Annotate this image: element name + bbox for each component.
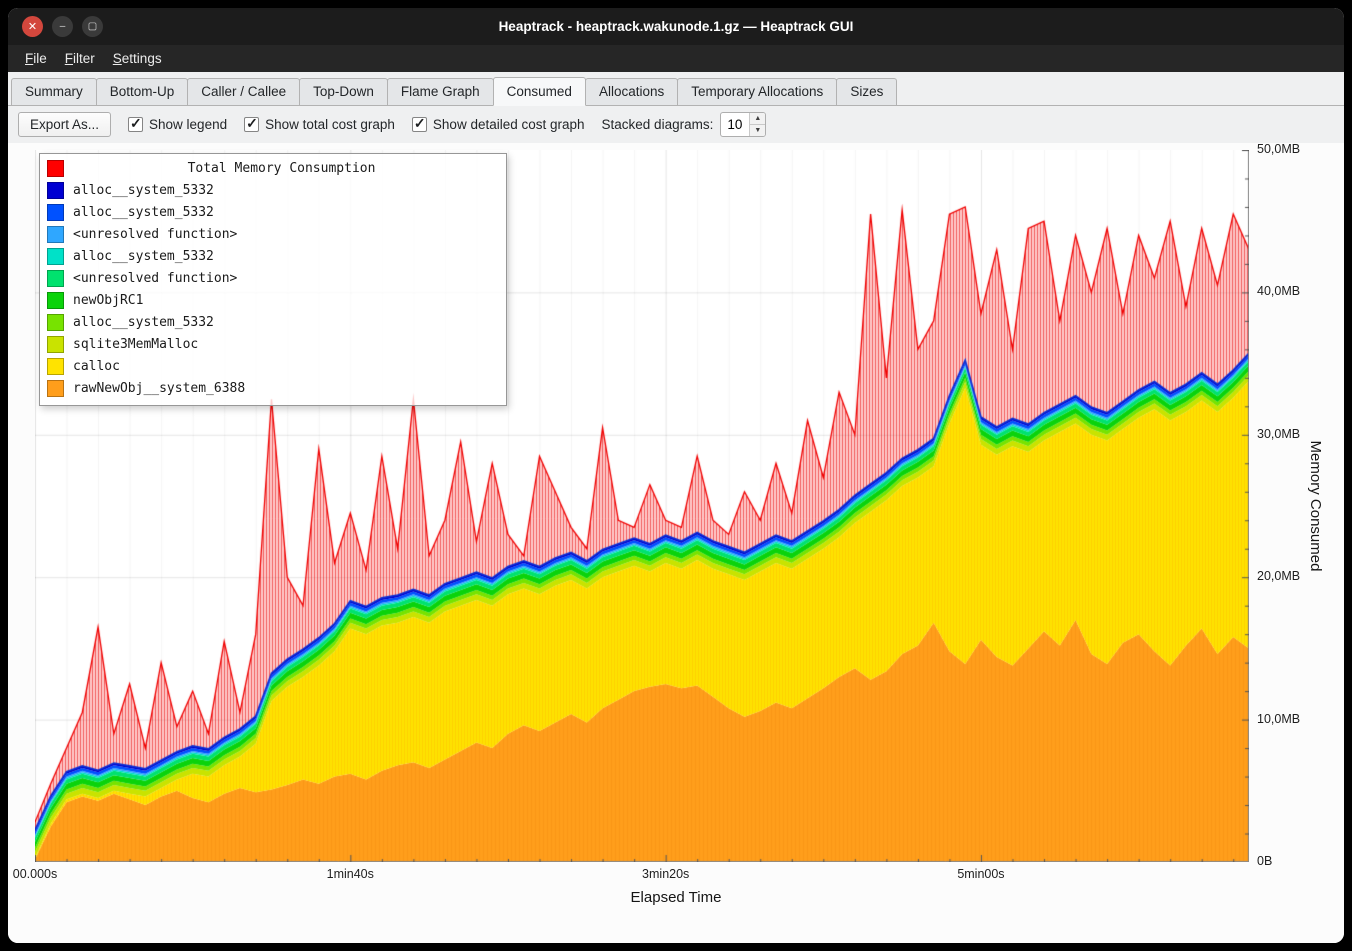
toolbar: Export As... Show legend Show total cost… xyxy=(8,106,1344,143)
series-swatch xyxy=(47,182,64,199)
menubar: File Filter Settings xyxy=(8,45,1344,72)
series-label: alloc__system_5332 xyxy=(73,183,214,198)
show-total-cost-label: Show total cost graph xyxy=(265,117,395,132)
show-legend-checkbox[interactable]: Show legend xyxy=(128,117,227,132)
series-label: <unresolved function> xyxy=(73,227,237,242)
menu-settings[interactable]: Settings xyxy=(104,47,171,70)
series-label: alloc__system_5332 xyxy=(73,315,214,330)
menu-filter[interactable]: Filter xyxy=(56,47,104,70)
window-controls: ✕ – ▢ xyxy=(22,16,103,37)
legend-item: newObjRC1 xyxy=(47,289,499,311)
show-total-cost-checkbox[interactable]: Show total cost graph xyxy=(244,117,395,132)
series-swatch xyxy=(47,358,64,375)
y-axis-tick: 50,0MB xyxy=(1257,142,1300,156)
tab-consumed[interactable]: Consumed xyxy=(493,77,586,106)
tab-top-down[interactable]: Top-Down xyxy=(299,78,388,105)
legend-item: alloc__system_5332 xyxy=(47,201,499,223)
series-swatch xyxy=(47,226,64,243)
window-title: Heaptrack - heaptrack.wakunode.1.gz — He… xyxy=(8,19,1344,34)
menu-file[interactable]: File xyxy=(16,47,56,70)
legend-title-row: Total Memory Consumption xyxy=(47,157,499,179)
x-axis-label: Elapsed Time xyxy=(8,889,1344,906)
chevron-up-icon: ▲ xyxy=(754,115,761,122)
x-axis-tick: 3min20s xyxy=(642,867,689,881)
titlebar[interactable]: ✕ – ▢ Heaptrack - heaptrack.wakunode.1.g… xyxy=(8,8,1344,45)
tab-allocations[interactable]: Allocations xyxy=(585,78,678,105)
series-label: newObjRC1 xyxy=(73,293,143,308)
y-axis-tick: 10,0MB xyxy=(1257,712,1300,726)
x-axis-tick: 5min00s xyxy=(957,867,1004,881)
series-swatch xyxy=(47,336,64,353)
tab-sizes[interactable]: Sizes xyxy=(836,78,897,105)
spinner-buttons: ▲ ▼ xyxy=(749,113,765,136)
chart-legend: Total Memory Consumption alloc__system_5… xyxy=(39,153,507,406)
series-label: sqlite3MemMalloc xyxy=(73,337,198,352)
spinner-up-button[interactable]: ▲ xyxy=(750,113,765,125)
minimize-button[interactable]: – xyxy=(52,16,73,37)
series-label: alloc__system_5332 xyxy=(73,205,214,220)
series-label: <unresolved function> xyxy=(73,271,237,286)
y-axis-label: Memory Consumed xyxy=(1307,441,1324,572)
series-label: rawNewObj__system_6388 xyxy=(73,381,245,396)
y-axis-tick: 30,0MB xyxy=(1257,427,1300,441)
show-detailed-cost-checkbox-input[interactable] xyxy=(412,117,427,132)
spinner-down-button[interactable]: ▼ xyxy=(750,125,765,136)
tab-bottom-up[interactable]: Bottom-Up xyxy=(96,78,189,105)
stacked-diagrams-control: Stacked diagrams: ▲ ▼ xyxy=(602,112,767,137)
legend-item: alloc__system_5332 xyxy=(47,311,499,333)
series-swatch xyxy=(47,248,64,265)
minimize-icon: – xyxy=(60,21,66,32)
series-swatch xyxy=(47,380,64,397)
legend-item: alloc__system_5332 xyxy=(47,179,499,201)
close-button[interactable]: ✕ xyxy=(22,16,43,37)
legend-item: calloc xyxy=(47,355,499,377)
series-swatch xyxy=(47,314,64,331)
x-axis-tick: 1min40s xyxy=(327,867,374,881)
legend-item: sqlite3MemMalloc xyxy=(47,333,499,355)
legend-item: <unresolved function> xyxy=(47,223,499,245)
tab-summary[interactable]: Summary xyxy=(11,78,97,105)
x-axis-tick: 00.000s xyxy=(13,867,57,881)
plot-area: Total Memory Consumption alloc__system_5… xyxy=(35,150,1249,862)
stacked-diagrams-spinner[interactable]: ▲ ▼ xyxy=(720,112,766,137)
close-icon: ✕ xyxy=(28,20,37,33)
tab-flame-graph[interactable]: Flame Graph xyxy=(387,78,494,105)
series-swatch xyxy=(47,292,64,309)
show-legend-label: Show legend xyxy=(149,117,227,132)
show-total-cost-checkbox-input[interactable] xyxy=(244,117,259,132)
show-legend-checkbox-input[interactable] xyxy=(128,117,143,132)
legend-item: rawNewObj__system_6388 xyxy=(47,377,499,399)
total-memory-swatch xyxy=(47,160,64,177)
export-as-button[interactable]: Export As... xyxy=(18,112,111,137)
tab-temporary-allocations[interactable]: Temporary Allocations xyxy=(677,78,837,105)
y-axis-tick: 0B xyxy=(1257,854,1272,868)
series-swatch xyxy=(47,270,64,287)
tab-bar: Summary Bottom-Up Caller / Callee Top-Do… xyxy=(8,72,1344,106)
show-detailed-cost-checkbox[interactable]: Show detailed cost graph xyxy=(412,117,585,132)
chevron-down-icon: ▼ xyxy=(754,127,761,134)
stacked-diagrams-label: Stacked diagrams: xyxy=(602,117,714,132)
app-window: ✕ – ▢ Heaptrack - heaptrack.wakunode.1.g… xyxy=(8,8,1344,943)
stacked-diagrams-input[interactable] xyxy=(721,113,749,136)
tab-caller-callee[interactable]: Caller / Callee xyxy=(187,78,300,105)
legend-title: Total Memory Consumption xyxy=(64,161,499,176)
maximize-button[interactable]: ▢ xyxy=(82,16,103,37)
legend-item: alloc__system_5332 xyxy=(47,245,499,267)
maximize-icon: ▢ xyxy=(88,21,97,32)
y-axis-tick: 20,0MB xyxy=(1257,569,1300,583)
series-label: alloc__system_5332 xyxy=(73,249,214,264)
legend-item: <unresolved function> xyxy=(47,267,499,289)
y-axis-tick: 40,0MB xyxy=(1257,284,1300,298)
show-detailed-cost-label: Show detailed cost graph xyxy=(433,117,585,132)
series-swatch xyxy=(47,204,64,221)
series-label: calloc xyxy=(73,359,120,374)
chart-region: Total Memory Consumption alloc__system_5… xyxy=(8,143,1344,943)
